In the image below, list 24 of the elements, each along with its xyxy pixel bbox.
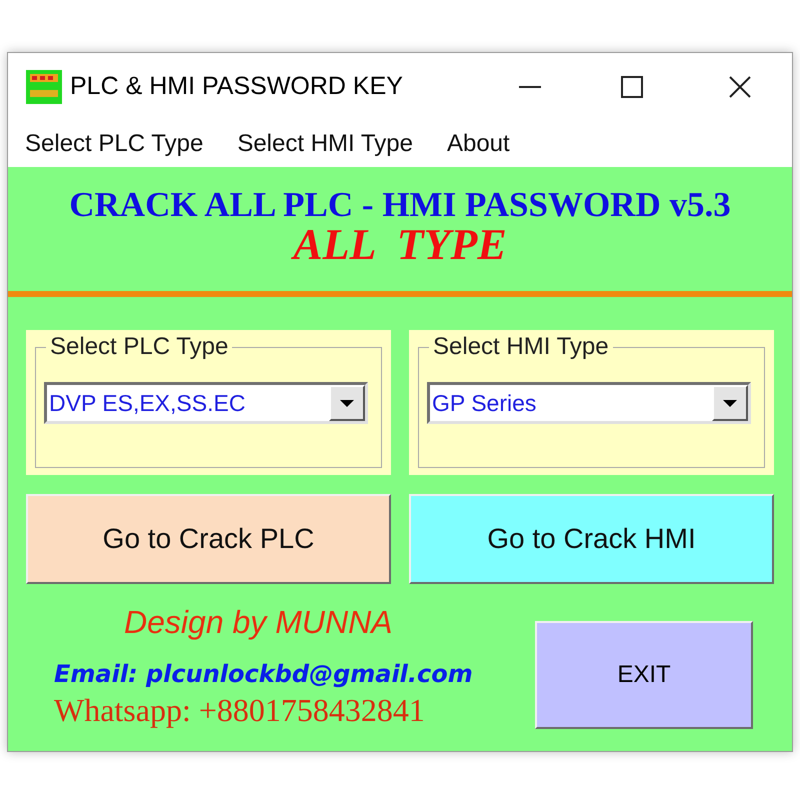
dropdown-button[interactable] <box>712 385 748 421</box>
group-label: Select PLC Type <box>49 334 230 360</box>
app-icon <box>26 70 62 104</box>
caret-icon <box>723 400 737 406</box>
maximize-icon <box>621 76 643 98</box>
email-text: Email: plcunlockbd@gmail.com <box>54 659 473 689</box>
close-icon <box>729 76 751 98</box>
dropdown-button[interactable] <box>329 385 365 421</box>
group-label: Select HMI Type <box>432 334 610 360</box>
crack-button[interactable]: Go to Crack PLC <box>26 494 391 584</box>
dropdown[interactable]: GP Series <box>427 382 751 424</box>
exit-button[interactable]: EXIT <box>535 621 753 729</box>
dropdown[interactable]: DVP ES,EX,SS.EC <box>44 382 368 424</box>
menu-item[interactable]: Select HMI Type <box>232 128 418 158</box>
designer-credit: Design by MUNNA <box>124 604 393 640</box>
menu-item[interactable]: Select PLC Type <box>20 128 208 158</box>
menu-item[interactable]: About <box>442 128 515 158</box>
minimize-icon <box>519 86 541 88</box>
crack-button[interactable]: Go to Crack HMI <box>409 494 774 584</box>
caret-icon <box>340 400 354 406</box>
app-heading: CRACK ALL PLC - HMI PASSWORD v5.3 <box>68 187 732 223</box>
whatsapp-text: Whatsapp: +8801758432841 <box>54 693 425 727</box>
window-title: PLC & HMI PASSWORD KEY <box>70 74 403 99</box>
app-subheading: ALL TYPE <box>293 223 507 267</box>
